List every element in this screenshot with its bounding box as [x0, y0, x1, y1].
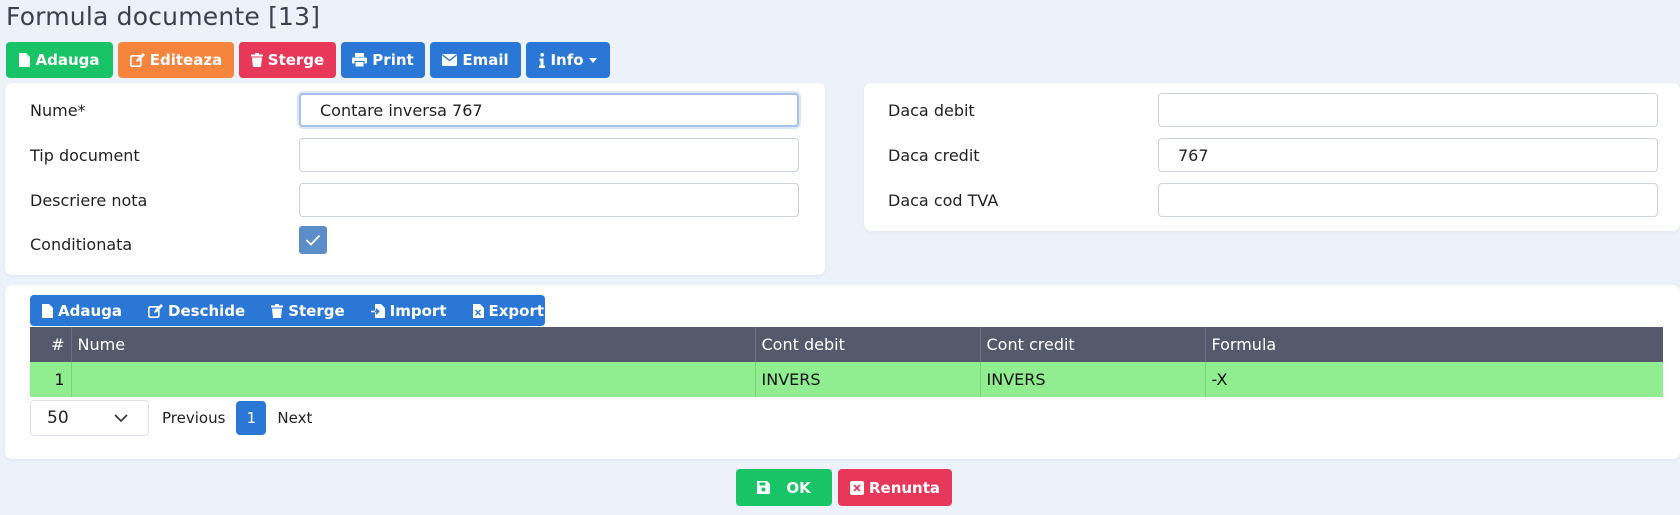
- print-button[interactable]: Print: [341, 42, 425, 78]
- grid-toolbar: Adauga Deschide Sterge Import Export: [30, 295, 545, 326]
- next-page-link[interactable]: Next: [277, 409, 312, 427]
- credit-label: Daca credit: [888, 146, 980, 165]
- grid-open-label: Deschide: [168, 301, 246, 320]
- save-icon: [757, 481, 771, 494]
- main-toolbar: Adauga Editeaza Sterge Print Email Info: [6, 42, 610, 78]
- note-desc-label: Descriere nota: [30, 191, 148, 210]
- column-header-number[interactable]: #: [30, 327, 72, 362]
- file-excel-icon: [472, 303, 484, 318]
- previous-page-link[interactable]: Previous: [162, 409, 225, 427]
- column-header-debit-account[interactable]: Cont debit: [755, 327, 981, 362]
- formula-lines-table: # Nume Cont debit Cont credit Formula 1 …: [30, 327, 1663, 397]
- envelope-icon: [442, 54, 458, 66]
- grid-delete-button[interactable]: Sterge: [271, 301, 345, 320]
- formula-lines-card: Adauga Deschide Sterge Import Export # N…: [5, 285, 1680, 459]
- pagination: 50 Previous 1 Next: [30, 400, 312, 436]
- trash-icon: [250, 53, 263, 67]
- name-input[interactable]: Contare inversa 767: [299, 93, 799, 127]
- info-button-label: Info: [550, 51, 584, 69]
- grid-import-label: Import: [389, 301, 447, 320]
- file-import-icon: [370, 303, 385, 318]
- doc-type-input[interactable]: [299, 138, 799, 172]
- page-size-select[interactable]: 50: [30, 400, 149, 436]
- conditional-checkbox[interactable]: [299, 226, 327, 254]
- form-footer: OK Renunta: [736, 469, 952, 506]
- credit-input-value: 767: [1178, 145, 1209, 165]
- chevron-down-icon: [114, 414, 128, 422]
- print-button-label: Print: [372, 51, 414, 69]
- page-title: Formula documente [13]: [6, 2, 321, 31]
- page-size-value: 50: [47, 408, 69, 428]
- edit-icon: [129, 53, 145, 67]
- doc-type-label: Tip document: [30, 146, 140, 165]
- grid-export-button[interactable]: Export: [472, 301, 545, 320]
- credit-input[interactable]: 767: [1158, 138, 1658, 172]
- email-button-label: Email: [462, 51, 509, 69]
- current-page-button[interactable]: 1: [236, 401, 267, 435]
- vat-code-input[interactable]: [1158, 183, 1658, 217]
- grid-add-button[interactable]: Adauga: [42, 302, 122, 320]
- cancel-button-label: Renunta: [868, 478, 941, 497]
- column-header-formula[interactable]: Formula: [1205, 327, 1663, 362]
- file-icon: [42, 303, 53, 318]
- caret-down-icon: [588, 57, 597, 63]
- checkmark-icon: [305, 234, 321, 246]
- grid-add-label: Adauga: [58, 301, 123, 320]
- debit-label: Daca debit: [888, 101, 975, 120]
- ok-button-label: OK: [786, 478, 811, 497]
- edit-button-label: Editeaza: [149, 51, 223, 69]
- email-button[interactable]: Email: [430, 42, 521, 78]
- edit-icon: [148, 303, 164, 318]
- table-header-row: # Nume Cont debit Cont credit Formula: [30, 327, 1663, 362]
- conditions-card: Daca debit Daca credit 767 Daca cod TVA: [864, 83, 1680, 231]
- column-header-credit-account[interactable]: Cont credit: [980, 327, 1206, 362]
- vat-code-label: Daca cod TVA: [888, 191, 999, 210]
- grid-import-button[interactable]: Import: [370, 301, 447, 320]
- cell-number: 1: [30, 362, 72, 397]
- note-desc-input[interactable]: [299, 183, 799, 217]
- delete-button[interactable]: Sterge: [239, 42, 336, 78]
- add-button-label: Adauga: [35, 51, 100, 69]
- debit-input[interactable]: [1158, 93, 1658, 127]
- cancel-button[interactable]: Renunta: [838, 469, 952, 506]
- name-input-value: Contare inversa 767: [320, 100, 483, 120]
- grid-delete-label: Sterge: [288, 301, 345, 320]
- file-icon: [19, 53, 31, 67]
- cell-debit-account: INVERS: [755, 362, 981, 397]
- info-dropdown-button[interactable]: Info: [526, 42, 610, 78]
- grid-open-button[interactable]: Deschide: [148, 302, 245, 320]
- ok-button[interactable]: OK: [736, 469, 832, 506]
- close-square-icon: [849, 480, 864, 495]
- trash-icon: [271, 303, 284, 318]
- add-button[interactable]: Adauga: [6, 42, 113, 78]
- grid-export-label: Export: [488, 301, 545, 320]
- column-header-name[interactable]: Nume: [71, 327, 756, 362]
- name-label: Nume*: [30, 101, 86, 120]
- conditional-label: Conditionata: [30, 235, 133, 254]
- printer-icon: [352, 53, 368, 67]
- cell-credit-account: INVERS: [980, 362, 1206, 397]
- cell-name: [71, 362, 756, 397]
- cell-formula: -X: [1205, 362, 1663, 397]
- info-icon: [539, 52, 546, 68]
- main-form-card: Nume* Contare inversa 767 Tip document D…: [5, 83, 825, 275]
- edit-button[interactable]: Editeaza: [118, 42, 234, 78]
- table-row[interactable]: 1 INVERS INVERS -X: [30, 362, 1663, 397]
- delete-button-label: Sterge: [267, 51, 325, 69]
